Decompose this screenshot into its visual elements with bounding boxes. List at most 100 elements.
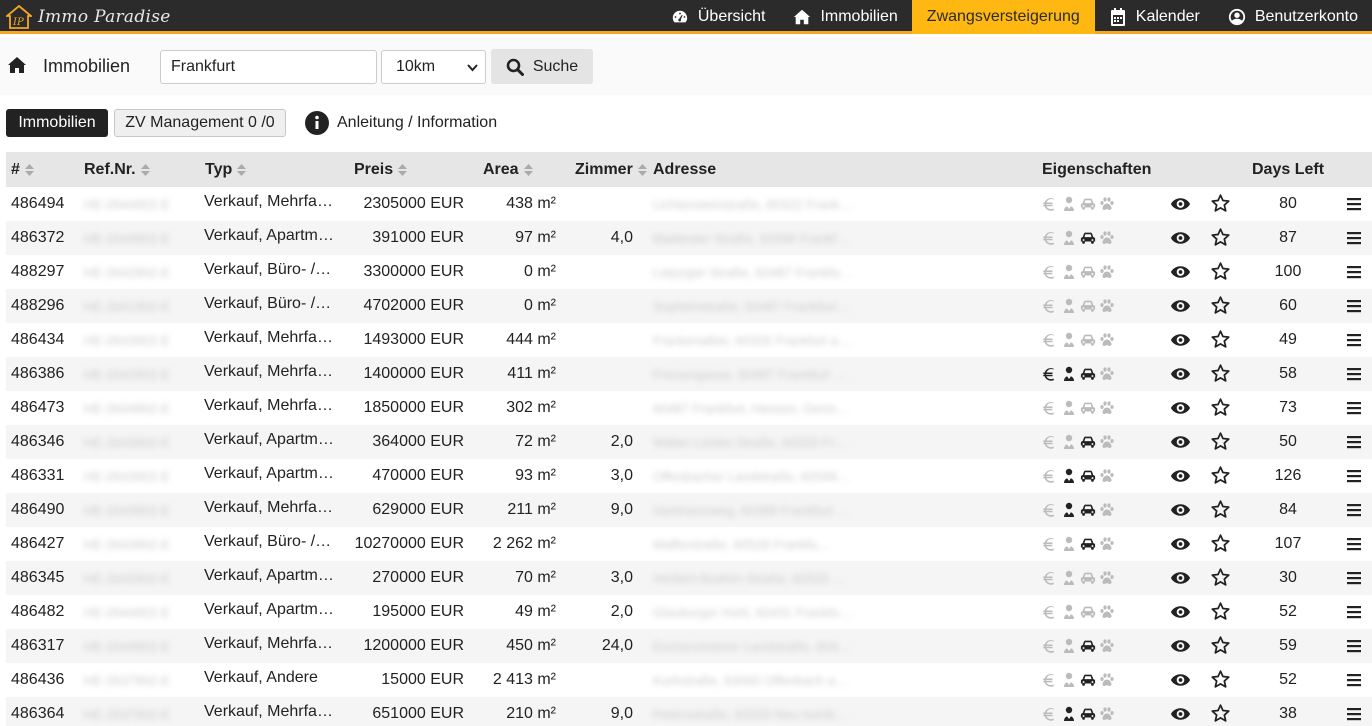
eye-icon[interactable] [1170, 569, 1191, 587]
header-typ[interactable]: Typ [205, 161, 247, 179]
menu-icon[interactable] [1347, 333, 1361, 347]
info-link[interactable]: Anleitung / Information [305, 111, 497, 135]
header-ref[interactable]: Ref.Nr. [84, 161, 150, 179]
table-row[interactable]: 486317 HE-2644902-E Verkauf, Mehrfa… 120… [6, 629, 1372, 663]
menu-icon[interactable] [1347, 639, 1361, 653]
table-row[interactable]: 486386 HE-2642902-E Verkauf, Mehrfa… 140… [6, 357, 1372, 391]
eye-icon[interactable] [1170, 229, 1191, 247]
search-button[interactable]: Suche [491, 49, 593, 84]
menu-icon[interactable] [1347, 401, 1361, 415]
header-zimmer[interactable]: Zimmer [575, 161, 647, 179]
info-link-label: Anleitung / Information [337, 114, 498, 131]
table-row[interactable]: 486473 HE-2644902-E Verkauf, Mehrfa… 185… [6, 391, 1372, 425]
eye-icon[interactable] [1170, 501, 1191, 519]
menu-icon[interactable] [1347, 231, 1361, 245]
zv-management-button[interactable]: ZV Management 0 /0 [114, 109, 286, 137]
car-icon [1080, 470, 1096, 482]
star-icon[interactable] [1210, 567, 1231, 588]
table-row[interactable]: 488297 HE-2642902-E Verkauf, Büro- /… 33… [6, 255, 1372, 289]
brand-name: Immo Paradise [38, 7, 171, 27]
eye-icon[interactable] [1170, 705, 1191, 723]
cell-eigenschaften [1042, 604, 1118, 620]
nav-item-benutzerkonto[interactable]: Benutzerkonto [1214, 0, 1372, 34]
eye-icon[interactable] [1170, 399, 1191, 417]
nav-item-zwangsversteigerung[interactable]: Zwangsversteigerung [911, 0, 1095, 34]
star-icon[interactable] [1210, 397, 1231, 418]
cell-days-left: 100 [1274, 263, 1302, 280]
eye-icon[interactable] [1170, 331, 1191, 349]
table-row[interactable]: 486482 HE-2644902-E Verkauf, Apartm… 195… [6, 595, 1372, 629]
cell-area: 97 m² [515, 229, 556, 246]
table-row[interactable]: 486331 HE-2643902-E Verkauf, Apartm… 470… [6, 459, 1372, 493]
paw-icon [1100, 367, 1114, 380]
table-row[interactable]: 486434 HE-2643902-E Verkauf, Mehrfa… 149… [6, 323, 1372, 357]
star-icon[interactable] [1210, 601, 1231, 622]
menu-icon[interactable] [1347, 605, 1361, 619]
table-row[interactable]: 486345 HE-2642902-E Verkauf, Apartm… 270… [6, 561, 1372, 595]
table-row[interactable]: 486436 HE-2637902-E Verkauf, Andere 1500… [6, 663, 1372, 697]
eye-icon[interactable] [1170, 603, 1191, 621]
menu-icon[interactable] [1347, 673, 1361, 687]
header-preis[interactable]: Preis [354, 161, 408, 179]
eye-icon[interactable] [1170, 195, 1191, 213]
star-icon[interactable] [1210, 499, 1231, 520]
star-icon[interactable] [1210, 329, 1231, 350]
nav-item-kalender[interactable]: Kalender [1095, 0, 1214, 34]
star-icon[interactable] [1210, 533, 1231, 554]
eye-icon[interactable] [1170, 263, 1191, 281]
cell-id: 486494 [11, 195, 65, 212]
menu-icon[interactable] [1347, 265, 1361, 279]
menu-icon[interactable] [1347, 503, 1361, 517]
car-icon [1080, 368, 1096, 380]
menu-icon[interactable] [1347, 571, 1361, 585]
table-row[interactable]: 486494 HE-2644902-E Verkauf, Mehrfa… 230… [6, 187, 1372, 221]
star-icon[interactable] [1210, 227, 1231, 248]
menu-icon[interactable] [1347, 537, 1361, 551]
nav-item-uebersicht[interactable]: Übersicht [657, 0, 780, 34]
star-icon[interactable] [1210, 193, 1231, 214]
star-icon[interactable] [1210, 261, 1231, 282]
star-icon[interactable] [1210, 363, 1231, 384]
star-icon[interactable] [1210, 703, 1231, 724]
menu-icon[interactable] [1347, 469, 1361, 483]
radius-select[interactable]: 10km [381, 50, 486, 84]
brand[interactable]: IP Immo Paradise [6, 4, 171, 30]
eye-icon[interactable] [1170, 297, 1191, 315]
header-id[interactable]: # [11, 161, 34, 179]
sort-icon [140, 164, 150, 176]
eye-icon[interactable] [1170, 467, 1191, 485]
eye-icon[interactable] [1170, 671, 1191, 689]
table-row[interactable]: 486427 HE-2643902-E Verkauf, Büro- /… 10… [6, 527, 1372, 561]
table-row[interactable]: 486372 HE-2644902-E Verkauf, Apartm… 391… [6, 221, 1372, 255]
cell-area: 444 m² [506, 331, 556, 348]
star-icon[interactable] [1210, 635, 1231, 656]
eye-icon[interactable] [1170, 535, 1191, 553]
menu-icon[interactable] [1347, 367, 1361, 381]
table-row[interactable]: 486490 HE-2643902-E Verkauf, Mehrfa… 629… [6, 493, 1372, 527]
star-icon[interactable] [1210, 465, 1231, 486]
menu-icon[interactable] [1347, 707, 1361, 721]
main-nav: Übersicht Immobilien Zwangsversteigerung… [657, 0, 1372, 34]
star-icon[interactable] [1210, 295, 1231, 316]
table-row[interactable]: 486364 HE-2637902-E Verkauf, Mehrfa… 651… [6, 697, 1372, 726]
paw-icon [1100, 605, 1114, 618]
eye-icon[interactable] [1170, 637, 1191, 655]
person-icon [1064, 332, 1074, 347]
immobilien-tab-button[interactable]: Immobilien [6, 109, 108, 137]
person-icon [1064, 366, 1074, 381]
eye-icon[interactable] [1170, 433, 1191, 451]
location-input[interactable] [160, 50, 377, 84]
nav-item-immobilien[interactable]: Immobilien [779, 0, 911, 34]
car-icon [1080, 266, 1096, 278]
menu-icon[interactable] [1347, 197, 1361, 211]
cell-eigenschaften [1042, 536, 1118, 552]
table-row[interactable]: 486346 HE-2643902-E Verkauf, Apartm… 364… [6, 425, 1372, 459]
eye-icon[interactable] [1170, 365, 1191, 383]
header-area[interactable]: Area [483, 161, 533, 179]
table-row[interactable]: 488296 HE-2641902-E Verkauf, Büro- /… 47… [6, 289, 1372, 323]
menu-icon[interactable] [1347, 435, 1361, 449]
euro-icon [1043, 606, 1055, 619]
menu-icon[interactable] [1347, 299, 1361, 313]
star-icon[interactable] [1210, 431, 1231, 452]
star-icon[interactable] [1210, 669, 1231, 690]
